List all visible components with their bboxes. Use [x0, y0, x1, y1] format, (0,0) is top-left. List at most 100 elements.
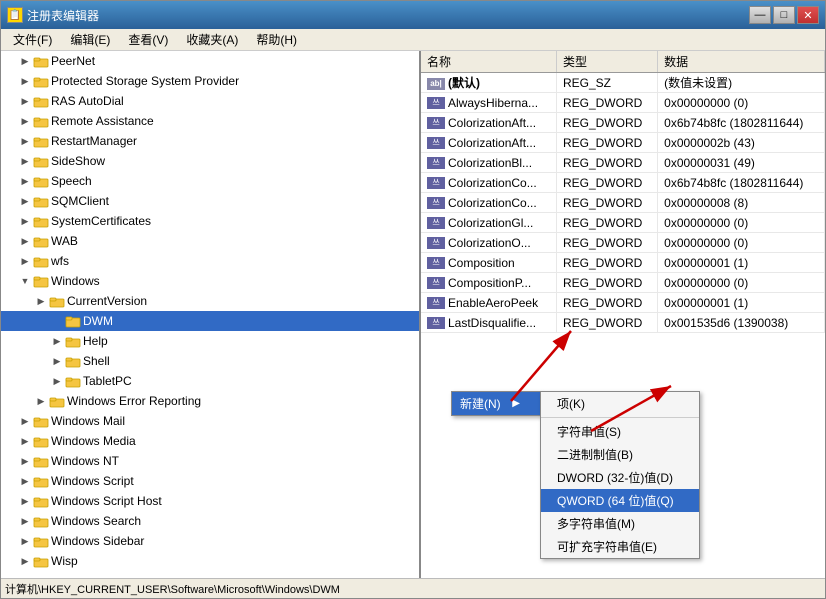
expand-icon[interactable]: ▶ [17, 533, 33, 549]
expand-icon[interactable]: ▶ [49, 333, 65, 349]
tree-item-sideShow[interactable]: ▶SideShow [1, 151, 419, 171]
table-row[interactable]: 쓰ColorizationAft...REG_DWORD0x0000002b (… [421, 133, 825, 153]
reg-name-cell: 쓰EnableAeroPeek [421, 293, 556, 313]
reg-data-cell: 0x00000000 (0) [658, 93, 825, 113]
expand-icon[interactable]: ▶ [17, 153, 33, 169]
expand-icon[interactable]: ▶ [17, 413, 33, 429]
tree-item-systemCerts[interactable]: ▶SystemCertificates [1, 211, 419, 231]
tree-item-windows[interactable]: ▼Windows [1, 271, 419, 291]
tree-item-sqmClient[interactable]: ▶ SQMClient [1, 191, 419, 211]
tree-item-wfs[interactable]: ▶wfs [1, 251, 419, 271]
tree-item-shell[interactable]: ▶Shell [1, 351, 419, 371]
tree-item-dwm[interactable]: DWM [1, 311, 419, 331]
expand-icon[interactable]: ▶ [17, 133, 33, 149]
expand-icon[interactable]: ▶ [17, 173, 33, 189]
submenu-binary-value[interactable]: 二进制制值(B) [541, 443, 699, 466]
folder-icon [33, 273, 49, 289]
table-row[interactable]: 쓰CompositionP...REG_DWORD0x00000000 (0) [421, 273, 825, 293]
table-row[interactable]: 쓰EnableAeroPeekREG_DWORD0x00000001 (1) [421, 293, 825, 313]
minimize-button[interactable]: — [749, 6, 771, 24]
expand-icon[interactable]: ▶ [33, 393, 49, 409]
tree-item-windowsScriptHost[interactable]: ▶Windows Script Host [1, 491, 419, 511]
tree-item-windowsNT[interactable]: ▶Windows NT [1, 451, 419, 471]
expand-icon[interactable]: ▶ [17, 53, 33, 69]
tree-item-protectedStorage[interactable]: ▶Protected Storage System Provider [1, 71, 419, 91]
expand-icon[interactable]: ▶ [17, 253, 33, 269]
expand-icon[interactable]: ▶ [17, 213, 33, 229]
table-row[interactable]: 쓰ColorizationCo...REG_DWORD0x6b74b8fc (1… [421, 173, 825, 193]
tree-item-speech[interactable]: ▶Speech [1, 171, 419, 191]
expand-icon[interactable]: ▶ [17, 473, 33, 489]
table-row[interactable]: 쓰ColorizationAft...REG_DWORD0x6b74b8fc (… [421, 113, 825, 133]
menu-help[interactable]: 帮助(H) [248, 29, 305, 50]
submenu-multi-string[interactable]: 多字符串值(M) [541, 512, 699, 535]
tree-item-peerNet[interactable]: ▶PeerNet [1, 51, 419, 71]
expand-icon[interactable]: ▶ [33, 293, 49, 309]
table-row[interactable]: 쓰ColorizationBl...REG_DWORD0x00000031 (4… [421, 153, 825, 173]
folder-icon [33, 153, 49, 169]
table-row[interactable]: 쓰CompositionREG_DWORD0x00000001 (1) [421, 253, 825, 273]
expand-icon[interactable]: ▶ [17, 433, 33, 449]
tree-item-remoteAssistance[interactable]: ▶ Remote Assistance [1, 111, 419, 131]
table-row[interactable]: 쓰ColorizationO...REG_DWORD0x00000000 (0) [421, 233, 825, 253]
tree-item-windowsErrorReporting[interactable]: ▶Windows Error Reporting [1, 391, 419, 411]
expand-icon[interactable]: ▶ [17, 113, 33, 129]
expand-icon[interactable]: ▶ [17, 493, 33, 509]
expand-icon[interactable]: ▶ [49, 373, 65, 389]
expand-icon[interactable]: ▶ [17, 93, 33, 109]
tree-item-help[interactable]: ▶Help [1, 331, 419, 351]
expand-icon[interactable]: ▶ [17, 553, 33, 569]
tree-item-currentVersion[interactable]: ▶CurrentVersion [1, 291, 419, 311]
folder-icon [33, 213, 49, 229]
context-submenu[interactable]: 项(K) 字符串值(S) 二进制制值(B) DWORD (32-位)值(D) Q… [540, 391, 700, 559]
expand-icon[interactable]: ▶ [17, 73, 33, 89]
maximize-button[interactable]: □ [773, 6, 795, 24]
tree-label: WAB [51, 234, 78, 248]
table-row[interactable]: 쓰LastDisqualifie...REG_DWORD0x001535d6 (… [421, 313, 825, 333]
menu-edit[interactable]: 编辑(E) [62, 29, 118, 50]
tree-item-wab[interactable]: ▶ WAB [1, 231, 419, 251]
status-bar: 计算机\HKEY_CURRENT_USER\Software\Microsoft… [1, 578, 825, 598]
reg-data-cell: 0x6b74b8fc (1802811644) [658, 173, 825, 193]
tree-label: DWM [83, 314, 113, 328]
folder-icon [33, 433, 49, 449]
folder-icon [33, 533, 49, 549]
menu-file[interactable]: 文件(F) [5, 29, 60, 50]
tree-item-windowsSidebar[interactable]: ▶Windows Sidebar [1, 531, 419, 551]
table-row[interactable]: ab|(默认)REG_SZ(数值未设置) [421, 73, 825, 93]
context-menu-main[interactable]: 新建(N) ▶ [451, 391, 541, 416]
submenu-expandable-string[interactable]: 可扩充字符串值(E) [541, 535, 699, 558]
tree-label: SQMClient [51, 194, 109, 208]
expand-icon[interactable]: ▶ [17, 193, 33, 209]
expand-icon[interactable] [49, 313, 65, 329]
tree-item-tabletPc[interactable]: ▶TabletPC [1, 371, 419, 391]
tree-item-windowsScript[interactable]: ▶ Windows Script [1, 471, 419, 491]
context-menu-new[interactable]: 新建(N) ▶ [452, 392, 540, 415]
table-row[interactable]: 쓰ColorizationGl...REG_DWORD0x00000000 (0… [421, 213, 825, 233]
submenu-string-value[interactable]: 字符串值(S) [541, 420, 699, 443]
tree-item-restartManager[interactable]: ▶RestartManager [1, 131, 419, 151]
tree-item-wisp[interactable]: ▶Wisp [1, 551, 419, 571]
expand-icon[interactable]: ▶ [17, 233, 33, 249]
table-row[interactable]: 쓰AlwaysHiberna...REG_DWORD0x00000000 (0) [421, 93, 825, 113]
submenu-qword-value[interactable]: QWORD (64 位)值(Q) [541, 489, 699, 512]
expand-icon[interactable]: ▶ [17, 453, 33, 469]
submenu-item-xing-0[interactable]: 项(K) [541, 392, 699, 415]
tree-item-windowsMail[interactable]: ▶Windows Mail [1, 411, 419, 431]
tree-item-windowsSearch[interactable]: ▶Windows Search [1, 511, 419, 531]
menu-view[interactable]: 查看(V) [120, 29, 176, 50]
col-name: 名称 [421, 51, 556, 73]
tree-item-rasAutoDial[interactable]: ▶RAS AutoDial [1, 91, 419, 111]
menu-favorites[interactable]: 收藏夹(A) [178, 29, 246, 50]
window-title: 注册表编辑器 [27, 7, 99, 24]
expand-icon[interactable]: ▶ [17, 513, 33, 529]
close-button[interactable]: ✕ [797, 6, 819, 24]
submenu-dword-value[interactable]: DWORD (32-位)值(D) [541, 466, 699, 489]
expand-icon[interactable]: ▶ [49, 353, 65, 369]
table-row[interactable]: 쓰ColorizationCo...REG_DWORD0x00000008 (8… [421, 193, 825, 213]
tree-label: Remote Assistance [51, 114, 154, 128]
tree-item-windowsMedia[interactable]: ▶Windows Media [1, 431, 419, 451]
tree-label: Windows Script [51, 474, 134, 488]
expand-icon[interactable]: ▼ [17, 273, 33, 289]
reg-type-cell: REG_SZ [556, 73, 657, 93]
